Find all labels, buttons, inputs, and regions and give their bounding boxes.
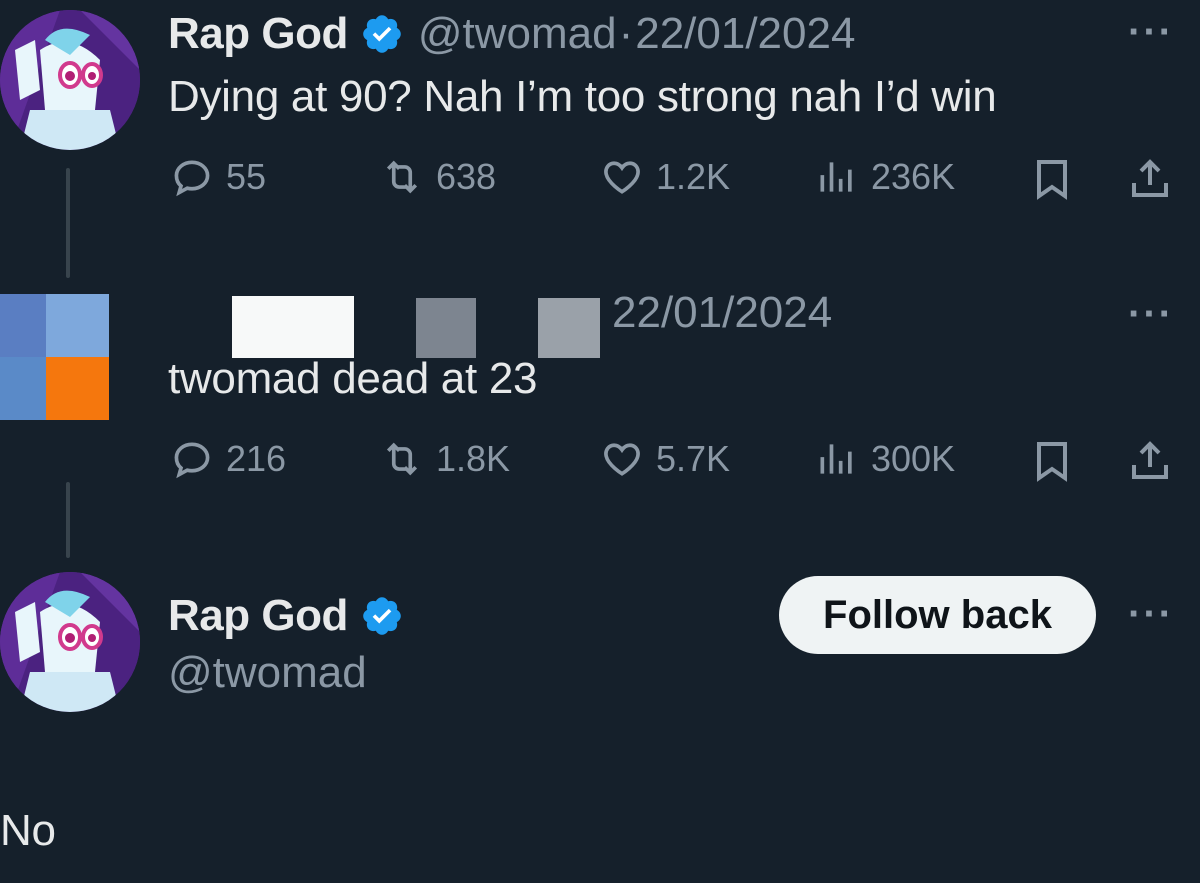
verified-badge-icon bbox=[363, 15, 401, 53]
like-button[interactable]: 1.2K bbox=[600, 155, 730, 199]
views-button[interactable]: 300K bbox=[815, 437, 955, 481]
avatar-pixel-block bbox=[0, 294, 46, 357]
thread-line bbox=[66, 168, 70, 278]
redacted-name-block bbox=[232, 296, 354, 358]
tweet-text: twomad dead at 23 bbox=[168, 354, 538, 403]
more-options-button[interactable]: ··· bbox=[1128, 292, 1174, 337]
author-handle[interactable]: @twomad bbox=[168, 648, 367, 698]
like-button[interactable]: 5.7K bbox=[600, 437, 730, 481]
tweet-date[interactable]: 22/01/2024 bbox=[635, 9, 855, 59]
views-button[interactable]: 236K bbox=[815, 155, 955, 199]
repost-button[interactable]: 638 bbox=[380, 155, 496, 199]
views-icon bbox=[820, 162, 852, 192]
user-avatar[interactable] bbox=[0, 10, 140, 150]
share-button[interactable] bbox=[1126, 437, 1186, 485]
follow-back-button[interactable]: Follow back bbox=[779, 576, 1096, 654]
heart-icon bbox=[604, 161, 640, 194]
redacted-handle-block bbox=[538, 298, 600, 358]
avatar-pixel-block bbox=[0, 357, 46, 420]
avatar-character-icon bbox=[0, 10, 140, 150]
user-avatar[interactable] bbox=[0, 572, 140, 712]
repost-icon bbox=[386, 442, 418, 476]
views-count: 236K bbox=[871, 156, 956, 197]
avatar-character-icon bbox=[0, 572, 140, 712]
repost-button[interactable]: 1.8K bbox=[380, 437, 510, 481]
bookmark-button[interactable] bbox=[1028, 155, 1088, 203]
reply-text: No bbox=[0, 806, 56, 855]
repost-count: 638 bbox=[436, 156, 497, 197]
reply-header: Rap God bbox=[168, 588, 404, 644]
repost-count: 1.8K bbox=[436, 438, 511, 479]
avatar-pixel-block bbox=[46, 294, 109, 357]
reply-icon bbox=[174, 442, 210, 479]
tweet-date[interactable]: 22/01/2024 bbox=[612, 288, 832, 338]
thread-line bbox=[66, 482, 70, 558]
tweet-text: Dying at 90? Nah I’m too strong nah I’d … bbox=[168, 72, 997, 121]
more-options-button[interactable]: ··· bbox=[1128, 10, 1174, 55]
verified-badge-icon bbox=[363, 597, 401, 635]
reply-count: 55 bbox=[226, 156, 267, 197]
author-name[interactable]: Rap God bbox=[168, 591, 348, 641]
reply-count: 216 bbox=[226, 438, 287, 479]
redacted-handle-block bbox=[416, 298, 476, 358]
separator-dot: · bbox=[618, 9, 634, 58]
tweet1-header: Rap God @twomad · 22/01/2024 bbox=[168, 6, 855, 62]
more-options-button[interactable]: ··· bbox=[1128, 592, 1174, 637]
author-handle[interactable]: @twomad bbox=[418, 9, 617, 59]
reply-button[interactable]: 55 bbox=[170, 155, 266, 199]
bookmark-icon bbox=[1037, 160, 1067, 200]
author-name[interactable]: Rap God bbox=[168, 9, 348, 59]
bookmark-icon bbox=[1037, 442, 1067, 482]
redacted-avatar[interactable] bbox=[0, 294, 109, 420]
share-button[interactable] bbox=[1126, 155, 1186, 203]
views-icon bbox=[820, 444, 852, 474]
like-count: 1.2K bbox=[656, 156, 731, 197]
reply-button[interactable]: 216 bbox=[170, 437, 286, 481]
views-count: 300K bbox=[871, 438, 956, 479]
bookmark-button[interactable] bbox=[1028, 437, 1088, 485]
reply-icon bbox=[174, 160, 210, 197]
avatar-pixel-block bbox=[46, 357, 109, 420]
repost-icon bbox=[386, 160, 418, 194]
heart-icon bbox=[604, 443, 640, 476]
share-icon bbox=[1132, 441, 1168, 479]
like-count: 5.7K bbox=[656, 438, 731, 479]
share-icon bbox=[1132, 159, 1168, 197]
